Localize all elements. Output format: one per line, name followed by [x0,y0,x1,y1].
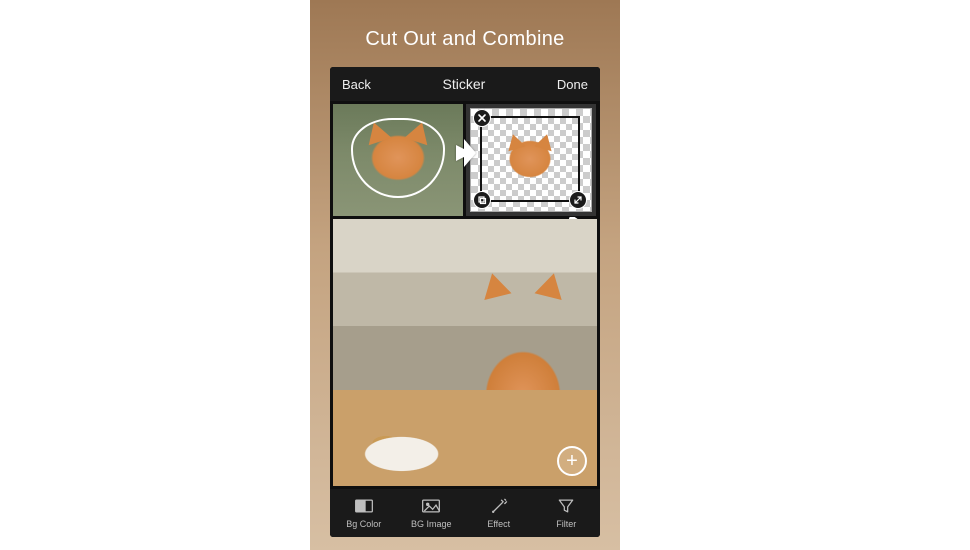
source-row [333,104,597,216]
promo-frame: Cut Out and Combine Back Sticker Done [310,0,620,550]
effect-icon [489,497,509,517]
composite-image [333,219,597,486]
editor-topbar: Back Sticker Done [330,67,600,101]
sticker-crop-box[interactable] [480,116,580,202]
composite-preview[interactable]: + [333,219,597,486]
editor-canvas: + [330,101,600,489]
close-icon[interactable] [473,109,491,127]
bg-image-icon [421,497,441,517]
resize-icon[interactable] [569,191,587,209]
screen-title: Sticker [443,76,486,92]
done-button[interactable]: Done [557,77,588,92]
bg-color-icon [354,497,374,517]
copy-icon[interactable] [473,191,491,209]
tab-label: Bg Color [346,519,381,529]
tab-bg-color[interactable]: Bg Color [334,497,394,529]
tab-label: Effect [487,519,510,529]
phone-screen: Back Sticker Done [330,67,600,537]
cat-photo [333,104,463,216]
tab-bg-image[interactable]: BG Image [401,497,461,529]
plus-icon: + [566,450,578,472]
source-photo-original[interactable] [333,104,463,216]
cutout-preview[interactable] [466,104,596,216]
promo-title: Cut Out and Combine [365,28,564,51]
tab-label: BG Image [411,519,452,529]
filter-icon [556,497,576,517]
back-button[interactable]: Back [342,77,371,92]
bottom-toolbar: Bg Color BG Image Effect Filter [330,489,600,537]
tab-effect[interactable]: Effect [469,497,529,529]
add-sticker-button[interactable]: + [557,446,587,476]
tab-filter[interactable]: Filter [536,497,596,529]
tab-label: Filter [556,519,576,529]
